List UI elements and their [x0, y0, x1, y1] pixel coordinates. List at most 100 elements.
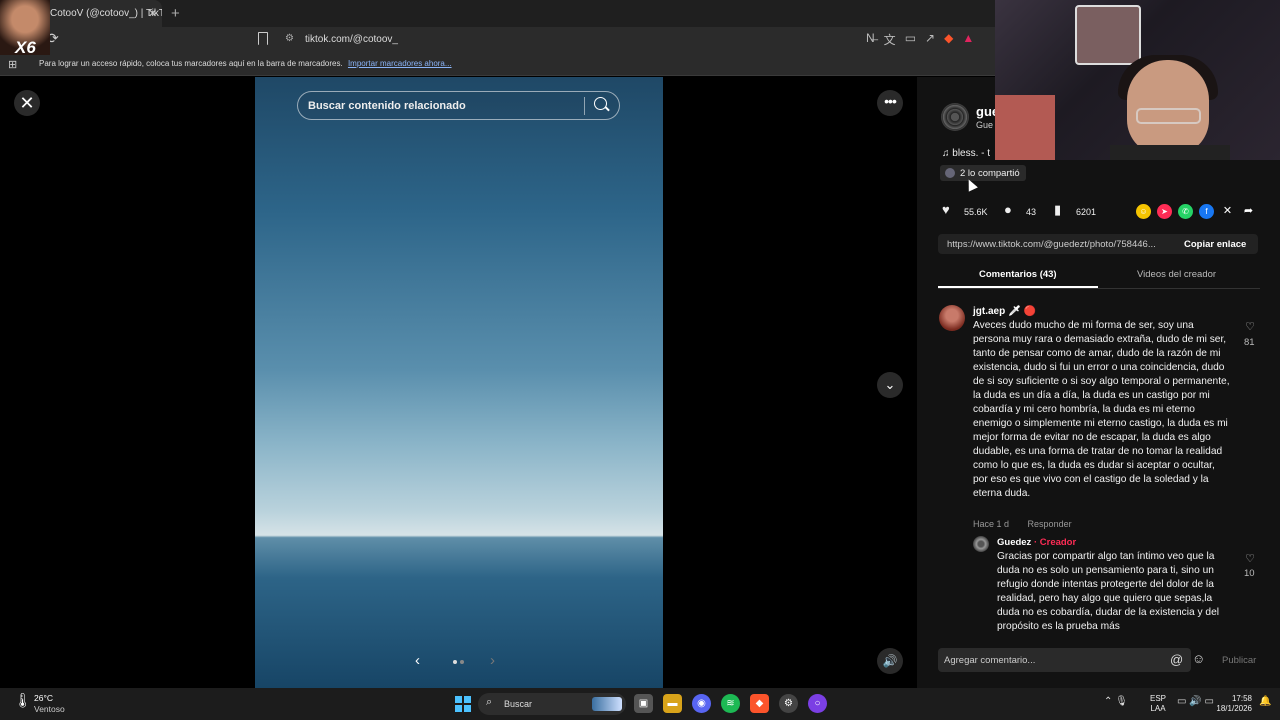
reply-text: Gracias por compartir algo tan íntimo ve… [997, 551, 1220, 632]
comment-text: Aveces dudo mucho de mi forma de ser, so… [973, 320, 1230, 499]
send-icon[interactable]: ➤ [1157, 204, 1172, 219]
tab-close-icon[interactable]: ✕ [148, 7, 157, 20]
comment-count: 43 [1026, 207, 1037, 217]
clock-time: 17:58 [1231, 694, 1252, 703]
post-link[interactable]: https://www.tiktok.com/@guedezt/photo/75… [947, 239, 1156, 250]
weather-temp[interactable]: 26°C [34, 693, 53, 703]
creator-avatar[interactable] [973, 536, 989, 552]
publish-button[interactable]: Publicar [1222, 655, 1256, 666]
commenter-username[interactable]: jgt.aep 🗡 🔴 [973, 306, 1036, 317]
like-count: 55.6K [964, 207, 988, 217]
bookmarks-hint-text: Para lograr un acceso rápido, coloca tus… [39, 59, 343, 68]
author-avatar[interactable] [941, 103, 969, 131]
windows-start-icon[interactable] [455, 696, 471, 712]
clock-date: 18/1/2026 [1216, 704, 1252, 713]
creator-badge: · Creador [1031, 537, 1077, 548]
taskbar: 🌡 26°C Ventoso ⌕ Buscar ▣ ▬ ◉ ≋ ◆ ⚙ ○ ⌃ … [0, 688, 1280, 720]
mention-icon[interactable]: @ [1170, 652, 1183, 667]
slide-dot[interactable] [460, 660, 464, 664]
embed-icon[interactable]: ☺ [1136, 204, 1151, 219]
reply-username[interactable]: Guedez · Creador [997, 537, 1076, 548]
file-explorer-icon[interactable]: ▬ [663, 694, 682, 713]
weather-icon[interactable]: 🌡 [14, 692, 32, 709]
whatsapp-icon[interactable]: ✆ [1178, 204, 1193, 219]
screen-icon[interactable]: ▭ [905, 31, 916, 48]
slide-indicator [453, 660, 464, 664]
share-arrow-icon[interactable]: ➦ [1241, 204, 1256, 219]
notification-bell-icon[interactable]: 🔔 [1259, 696, 1271, 707]
search-highlight-image [592, 697, 622, 711]
tab-title: CotooV (@cotoov_) | TikT [50, 8, 162, 19]
comment-icon: ● [1004, 202, 1012, 217]
copy-link-button[interactable]: Copiar enlace [1184, 239, 1246, 250]
facebook-icon[interactable]: f [1199, 204, 1214, 219]
clock[interactable]: 17:58 18/1/2026 [1214, 694, 1252, 714]
webcam-glasses [1136, 108, 1201, 124]
slide-dot-active[interactable] [453, 660, 457, 664]
next-slide-button[interactable]: › [490, 652, 495, 669]
toolbar-icons: N̶ 文 ▭ ↗ ◆ ▲ [866, 31, 974, 48]
comment-like-icon[interactable]: ♡ [1243, 320, 1257, 333]
tab-comments[interactable]: Comentarios (43) [979, 269, 1057, 280]
more-options-button[interactable]: ••• [877, 90, 903, 116]
related-search-box[interactable]: Buscar contenido relacionado [297, 91, 620, 120]
next-video-button[interactable]: ⌄ [877, 372, 903, 398]
search-divider [584, 97, 585, 115]
emoji-icon[interactable]: ☺ [1192, 651, 1205, 666]
save-count: 6201 [1076, 207, 1097, 217]
reply-like-icon[interactable]: ♡ [1243, 552, 1257, 565]
lang-bottom: LAA [1150, 704, 1166, 713]
x-icon[interactable]: ✕ [1220, 204, 1235, 219]
translate-icon[interactable]: 文 [884, 31, 896, 48]
new-tab-button[interactable]: + [171, 5, 180, 22]
task-view-icon[interactable]: ▣ [634, 694, 653, 713]
search-placeholder: Buscar contenido relacionado [308, 100, 466, 112]
bookmarks-hint: Para lograr un acceso rápido, coloca tus… [39, 59, 452, 68]
reader-icon[interactable]: N̶ [866, 31, 875, 48]
commenter-avatar[interactable] [939, 305, 965, 331]
search-icon[interactable] [594, 97, 607, 110]
discord-icon[interactable]: ◉ [692, 694, 711, 713]
steam-icon[interactable]: ⚙ [779, 694, 798, 713]
comment-composer[interactable]: Agregar comentario... @ ☺ [938, 648, 1205, 672]
site-info-icon[interactable]: ⚙ [285, 33, 294, 44]
app-icon[interactable]: ○ [808, 694, 827, 713]
url-field[interactable]: tiktok.com/@cotoov_ [305, 34, 398, 45]
brave-shield-icon[interactable]: ◆ [944, 31, 953, 48]
comment-input-placeholder: Agregar comentario... [944, 655, 1036, 666]
language-indicator[interactable]: ESP LAA [1150, 694, 1166, 714]
prev-slide-button[interactable]: ‹ [415, 652, 420, 669]
share-page-icon[interactable]: ↗ [925, 31, 935, 48]
import-bookmarks-link[interactable]: Importar marcadores ahora... [348, 59, 452, 68]
volume-button[interactable]: 🔊 [877, 648, 903, 674]
taskbar-search[interactable]: ⌕ Buscar [478, 693, 626, 715]
shared-by-chip[interactable]: 2 lo compartió [940, 165, 1026, 181]
network-volume-icons[interactable]: ▭ 🔊 ▭ [1177, 696, 1214, 707]
comment-meta: Hace 1 d Responder [973, 519, 1072, 529]
webcam-background-item [1075, 5, 1141, 65]
active-tab-underline [938, 286, 1098, 288]
rewards-icon[interactable]: ▲ [962, 31, 974, 48]
comment-time: Hace 1 d [973, 519, 1010, 529]
webcam-shirt [1110, 145, 1230, 160]
ocean-photo [255, 77, 663, 688]
heart-icon: ♥ [942, 202, 950, 217]
weather-condition: Ventoso [34, 704, 65, 714]
link-box: https://www.tiktok.com/@guedezt/photo/75… [938, 234, 1258, 254]
taskbar-search-label: Buscar [504, 699, 533, 709]
lang-top: ESP [1150, 694, 1167, 703]
reply-like-count: 10 [1244, 568, 1255, 579]
spotify-icon[interactable]: ≋ [721, 694, 740, 713]
bookmark-icon: ▮ [1054, 202, 1062, 217]
brave-icon[interactable]: ◆ [750, 694, 769, 713]
reply-button[interactable]: Responder [1028, 519, 1072, 529]
apps-grid-icon[interactable]: ⊞ [8, 58, 17, 71]
tray-icons[interactable]: ⌃ 🎙 [1104, 696, 1128, 707]
close-viewer-button[interactable]: ✕ [14, 90, 40, 116]
comment-like-count: 81 [1244, 337, 1255, 348]
bookmark-icon[interactable] [258, 32, 268, 45]
search-icon: ⌕ [486, 696, 493, 708]
music-track[interactable]: ♫ bless. - t [942, 148, 990, 159]
pinned-apps: ▣ ▬ ◉ ≋ ◆ ⚙ ○ [634, 694, 827, 713]
tab-creator-videos[interactable]: Videos del creador [1137, 269, 1216, 280]
